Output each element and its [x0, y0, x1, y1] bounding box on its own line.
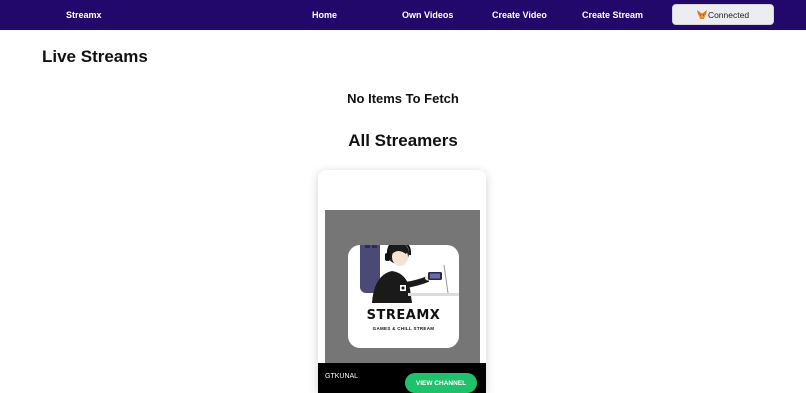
channel-logo: STREAMX GAMES & CHILL STREAM: [348, 245, 459, 348]
metamask-fox-icon: [696, 10, 707, 19]
wallet-status-label: Connected: [707, 9, 750, 20]
channel-logo-subtitle: GAMES & CHILL STREAM: [372, 326, 435, 331]
streamer-card: STREAMX GAMES & CHILL STREAM GTKUNAL VIE…: [318, 170, 486, 393]
top-navbar: Streamx Home Own Videos Create Video Cre…: [0, 0, 806, 30]
empty-state-message: No Items To Fetch: [347, 91, 459, 106]
nav-link-create-stream[interactable]: Create Stream: [582, 0, 643, 30]
streamer-name: GTKUNAL: [325, 373, 359, 380]
streamer-illustration: [360, 245, 459, 303]
card-footer: GTKUNAL VIEW CHANNEL: [318, 363, 486, 393]
nav-link-home[interactable]: Home: [312, 0, 337, 30]
view-channel-button[interactable]: VIEW CHANNEL: [405, 373, 477, 393]
brand-link[interactable]: Streamx: [66, 0, 102, 30]
nav-link-create-video[interactable]: Create Video: [492, 0, 547, 30]
nav-link-own-videos[interactable]: Own Videos: [402, 0, 453, 30]
channel-logo-title: STREAMX: [366, 308, 441, 323]
channel-thumbnail: STREAMX GAMES & CHILL STREAM: [325, 210, 480, 364]
live-streams-heading: Live Streams: [42, 47, 148, 66]
wallet-connect-button[interactable]: Connected: [672, 4, 774, 25]
all-streamers-heading: All Streamers: [348, 131, 458, 150]
